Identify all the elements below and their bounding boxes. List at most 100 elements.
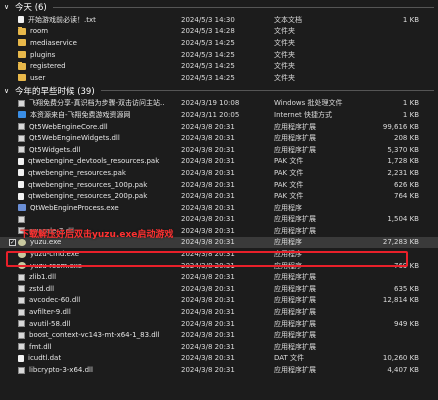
group-title: 今天 (6) [15, 3, 47, 13]
dat-file-icon [18, 354, 24, 362]
pak-file-icon [18, 192, 24, 200]
chevron-down-icon[interactable]: ∨ [4, 87, 12, 95]
file-name-cell[interactable]: qtwebengine_resources_100p.pak [0, 181, 165, 189]
file-row[interactable]: qtwebengine_resources_100p.pak 2024/3/8 2… [0, 179, 438, 191]
modified-date: 2024/3/8 20:31 [181, 354, 235, 363]
folder-icon [18, 73, 26, 82]
modified-date: 2024/3/8 20:31 [181, 273, 235, 282]
file-name-cell[interactable]: Qt5Widgets.dll [0, 146, 165, 154]
file-row[interactable]: avcodec-60.dll 2024/3/8 20:31 应用程序扩展 12,814… [0, 295, 438, 307]
file-name: qtwebengine_devtools_resources.pak [28, 157, 160, 166]
file-size: 1 KB [402, 99, 419, 108]
file-row[interactable]: Qt5WebEngineCore.dll 2024/3/8 20:31 应用程序扩展… [0, 121, 438, 133]
file-row[interactable]: fmt.dll 2024/3/8 20:31 应用程序扩展 [0, 341, 438, 353]
file-name-cell[interactable]: avcodec-60.dll [0, 296, 165, 304]
exe-icon [18, 204, 26, 212]
file-name-cell[interactable]: user [0, 73, 165, 82]
modified-date: 2024/5/3 14:25 [181, 38, 235, 47]
dll-icon [18, 134, 25, 142]
dll-icon [18, 273, 25, 281]
group-header[interactable]: ∨ 今天 (6) [0, 0, 438, 14]
file-name-cell[interactable]: avfilter-9.dll [0, 308, 165, 316]
file-name: QtWebEngineProcess.exe [30, 203, 119, 212]
file-row[interactable]: room 2024/5/3 14:28 文件夹 [0, 26, 438, 38]
file-row[interactable]: avfilter-9.dll 2024/3/8 20:31 应用程序扩展 [0, 306, 438, 318]
yuzu-app-icon [18, 238, 26, 246]
file-name-cell[interactable]: 本资源来自-飞翔免费游戏资源网 [0, 110, 165, 120]
file-row[interactable]: avutil-58.dll 2024/3/8 20:31 应用程序扩展 949 KB [0, 318, 438, 330]
file-row[interactable]: 飞翔免费分享-真识档为步骤-双击访问主站... 2024/3/19 10:08 Wi… [0, 98, 438, 110]
chevron-down-icon[interactable]: ∨ [4, 3, 12, 11]
file-type: DAT 文件 [274, 354, 305, 363]
file-row[interactable]: plugins 2024/5/3 14:25 文件夹 [0, 49, 438, 61]
file-name: room [30, 27, 49, 36]
file-name-cell[interactable]: avutil-58.dll [0, 320, 165, 328]
file-name-cell[interactable]: qtwebengine_resources_200p.pak [0, 192, 165, 200]
file-type: 应用程序扩展 [274, 215, 316, 224]
file-type: PAK 文件 [274, 180, 304, 189]
file-type: 文本文档 [274, 15, 302, 24]
file-row[interactable]: 2024/3/8 20:31 应用程序扩展 1,504 KB [0, 214, 438, 226]
file-size: 5,370 KB [387, 145, 419, 154]
file-name-cell[interactable]: mediaservice [0, 38, 165, 47]
modified-date: 2024/3/8 20:31 [181, 134, 235, 143]
file-row[interactable]: 开始游戏前必读！.txt 2024/5/3 14:30 文本文档 1 KB [0, 14, 438, 26]
group-header[interactable]: ∨ 今年的早些时候 (39) [0, 84, 438, 98]
file-name-cell[interactable]: QtWebEngineProcess.exe [0, 204, 165, 212]
file-row[interactable]: qtwebengine_resources.pak 2024/3/8 20:31 P… [0, 167, 438, 179]
file-row[interactable]: libcrypto-3-x64.dll 2024/3/8 20:31 应用程序扩展 4… [0, 364, 438, 376]
file-name: Qt5Widgets.dll [29, 145, 81, 154]
file-size: 1,504 KB [387, 215, 419, 224]
file-name-cell[interactable]: Qt5WebEngineCore.dll [0, 123, 165, 131]
file-name-cell[interactable]: boost_context-vc143-mt-x64-1_83.dll [0, 331, 165, 339]
file-name-cell[interactable]: 开始游戏前必读！.txt [0, 15, 165, 25]
file-row[interactable]: registered 2024/5/3 14:25 文件夹 [0, 60, 438, 72]
file-name: qtwebengine_resources.pak [28, 168, 126, 177]
file-name: 开始游戏前必读！.txt [28, 15, 96, 24]
file-type: 应用程序扩展 [274, 331, 316, 340]
file-size: 2,231 KB [387, 168, 419, 177]
file-name-cell[interactable]: zlib1.dll [0, 273, 165, 281]
file-row[interactable]: boost_context-vc143-mt-x64-1_83.dll 2024/… [0, 329, 438, 341]
file-name-cell[interactable]: room [0, 27, 165, 35]
file-row[interactable]: qtwebengine_devtools_resources.pak 2024/3… [0, 156, 438, 168]
file-row[interactable]: zlib1.dll 2024/3/8 20:31 应用程序扩展 [0, 271, 438, 283]
file-row[interactable]: 本资源来自-飞翔免费游戏资源网 2024/3/11 20:05 Internet 快… [0, 109, 438, 121]
modified-date: 2024/3/8 20:31 [181, 284, 235, 293]
file-row[interactable]: Qt5WebEngineWidgets.dll 2024/3/8 20:31 应用程… [0, 132, 438, 144]
group-divider [100, 90, 434, 92]
file-name-cell[interactable]: qtwebengine_resources.pak [0, 169, 165, 177]
file-row[interactable]: icudtl.dat 2024/3/8 20:31 DAT 文件 10,260 KB [0, 353, 438, 365]
file-size: 4,407 KB [387, 366, 419, 375]
file-row[interactable]: zstd.dll 2024/3/8 20:31 应用程序扩展 635 KB [0, 283, 438, 295]
file-name-cell[interactable]: qtwebengine_devtools_resources.pak [0, 157, 165, 165]
file-type: 应用程序扩展 [274, 296, 316, 305]
file-row[interactable]: QtWebEngineProcess.exe 2024/3/8 20:31 应用程序 [0, 202, 438, 214]
file-name: plugins [30, 50, 56, 59]
file-name: zlib1.dll [29, 273, 57, 282]
dll-icon [18, 285, 25, 293]
file-name-cell[interactable]: icudtl.dat [0, 354, 165, 362]
file-name-cell[interactable]: registered [0, 62, 165, 70]
file-name-cell[interactable] [0, 215, 165, 223]
dll-icon [18, 366, 25, 374]
file-name-cell[interactable]: plugins [0, 50, 165, 59]
file-row[interactable]: user 2024/5/3 14:25 文件夹 [0, 72, 438, 84]
file-name: avcodec-60.dll [29, 296, 81, 305]
file-row[interactable]: Qt5Widgets.dll 2024/3/8 20:31 应用程序扩展 5,370 … [0, 144, 438, 156]
file-name: 飞翔免费分享-真识档为步骤-双击访问主站... [29, 99, 165, 108]
file-name-cell[interactable]: 飞翔免费分享-真识档为步骤-双击访问主站... [0, 98, 165, 108]
dll-icon [18, 308, 25, 316]
file-row[interactable]: qtwebengine_resources_200p.pak 2024/3/8 2… [0, 190, 438, 202]
file-name-cell[interactable]: zstd.dll [0, 285, 165, 293]
file-size: 10,260 KB [382, 354, 419, 363]
file-name-cell[interactable]: Qt5WebEngineWidgets.dll [0, 134, 165, 142]
file-name: qtwebengine_resources_100p.pak [28, 180, 148, 189]
file-name-cell[interactable]: libcrypto-3-x64.dll [0, 366, 165, 374]
row-checkbox[interactable]: ✓ [9, 238, 16, 246]
file-name-cell[interactable]: fmt.dll [0, 343, 165, 351]
modified-date: 2024/3/11 20:05 [181, 110, 240, 119]
file-name: mediaservice [30, 38, 77, 47]
file-row[interactable]: mediaservice 2024/5/3 14:25 文件夹 [0, 37, 438, 49]
file-icon [18, 16, 24, 24]
